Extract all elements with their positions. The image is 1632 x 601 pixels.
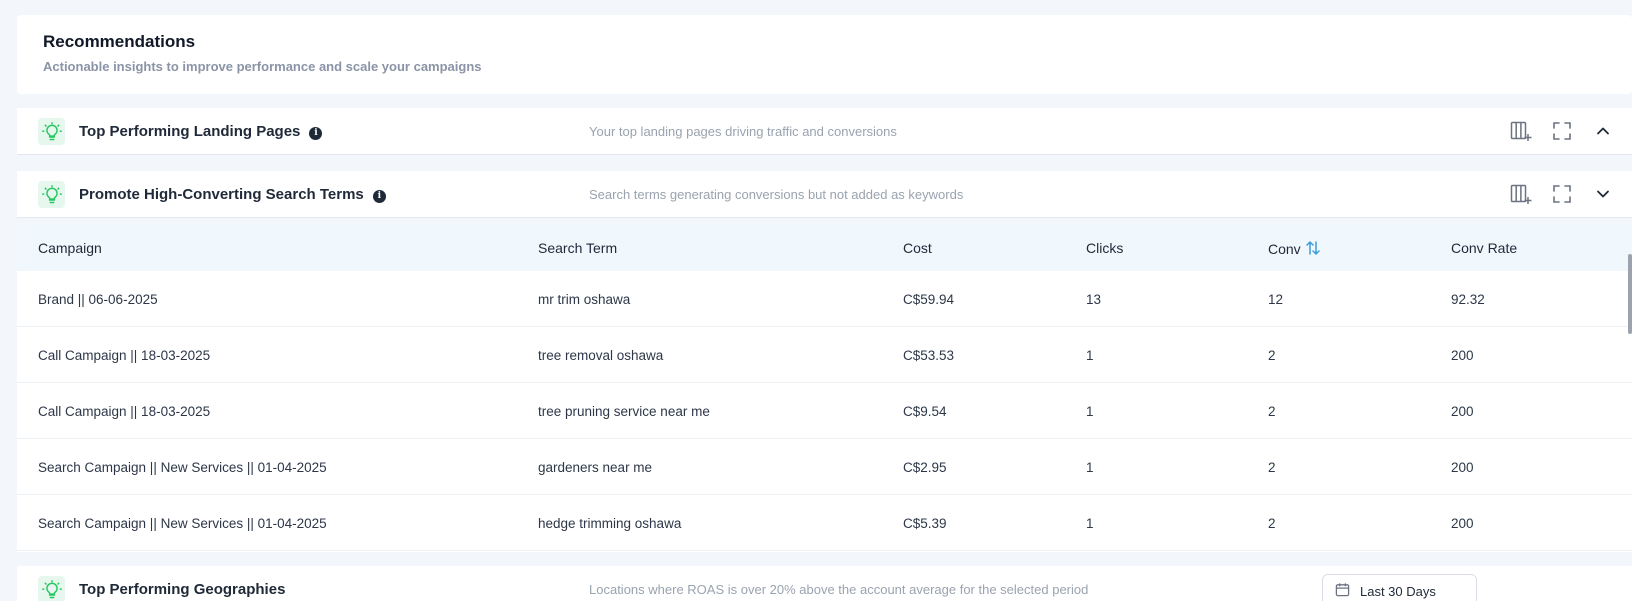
table-row[interactable]: Search Campaign || New Services || 01-04… (17, 495, 1632, 551)
cell-conv: 2 (1268, 516, 1276, 531)
cell-conv: 2 (1268, 348, 1276, 363)
cell-conv: 2 (1268, 460, 1276, 475)
cell-clicks: 1 (1086, 460, 1094, 475)
section-title: Top Performing Geographies (79, 581, 286, 598)
section-description: Search terms generating conversions but … (589, 187, 964, 202)
cell-cost: C$53.53 (903, 348, 955, 363)
search-terms-table: Campaign Search Term Cost Clicks Conv Co… (17, 224, 1632, 552)
table-header: Campaign Search Term Cost Clicks Conv Co… (17, 224, 1632, 271)
chevron-down-icon[interactable] (1592, 183, 1614, 205)
chevron-up-icon[interactable] (1592, 120, 1614, 142)
date-range-label: Last 30 Days (1360, 583, 1436, 599)
cell-campaign: Call Campaign || 18-03-2025 (38, 348, 211, 363)
info-icon[interactable]: i (372, 189, 386, 203)
columns-add-icon[interactable] (1510, 183, 1532, 205)
cell-conv-rate: 200 (1451, 516, 1474, 531)
column-header-conv-rate[interactable]: Conv Rate (1451, 240, 1517, 256)
recommendations-header: Recommendations Actionable insights to i… (17, 15, 1632, 94)
column-header-search-term[interactable]: Search Term (538, 240, 617, 256)
table-row[interactable]: Brand || 06-06-2025 mr trim oshawa C$59.94… (17, 271, 1632, 327)
cell-clicks: 1 (1086, 404, 1094, 419)
cell-campaign: Search Campaign || New Services || 01-04… (38, 460, 327, 475)
section-tools (1510, 120, 1614, 142)
table-row[interactable]: Call Campaign || 18-03-2025 tree pruning … (17, 383, 1632, 439)
lightbulb-icon (38, 118, 65, 145)
cell-clicks: 1 (1086, 516, 1094, 531)
section-tools (1510, 183, 1614, 205)
lightbulb-icon (38, 576, 65, 601)
cell-conv-rate: 92.32 (1451, 292, 1485, 307)
section-landing-pages[interactable]: Top Performing Landing Pages i Your top l… (17, 108, 1632, 155)
cell-cost: C$5.39 (903, 516, 947, 531)
cell-search-term: hedge trimming oshawa (538, 516, 682, 531)
sort-icon[interactable] (1305, 240, 1321, 259)
page-title: Recommendations (43, 32, 196, 51)
cell-campaign: Search Campaign || New Services || 01-04… (38, 516, 327, 531)
cell-conv: 12 (1268, 292, 1284, 307)
cell-search-term: gardeners near me (538, 460, 653, 475)
cell-cost: C$59.94 (903, 292, 955, 307)
calendar-icon (1335, 582, 1350, 600)
section-search-terms[interactable]: Promote High-Converting Search Terms i Se… (17, 171, 1632, 218)
cell-campaign: Call Campaign || 18-03-2025 (38, 404, 211, 419)
recommendations-page: Recommendations Actionable insights to i… (0, 0, 1632, 601)
page-subtitle: Actionable insights to improve performan… (43, 59, 482, 74)
table-row[interactable]: Search Campaign || New Services || 01-04… (17, 439, 1632, 495)
column-header-cost[interactable]: Cost (903, 240, 932, 256)
section-description: Your top landing pages driving traffic a… (589, 124, 897, 139)
fullscreen-icon[interactable] (1551, 183, 1573, 205)
cell-campaign: Brand || 06-06-2025 (38, 292, 158, 307)
section-title: Top Performing Landing Pages i (79, 123, 323, 140)
cell-search-term: mr trim oshawa (538, 292, 631, 307)
cell-search-term: tree removal oshawa (538, 348, 664, 363)
table-row[interactable]: Call Campaign || 18-03-2025 tree removal … (17, 327, 1632, 383)
fullscreen-icon[interactable] (1551, 120, 1573, 142)
cell-conv-rate: 200 (1451, 404, 1474, 419)
cell-search-term: tree pruning service near me (538, 404, 710, 419)
cell-clicks: 13 (1086, 292, 1102, 307)
cell-conv: 2 (1268, 404, 1276, 419)
cell-conv-rate: 200 (1451, 460, 1474, 475)
table-scrollbar[interactable] (1628, 254, 1632, 334)
info-icon[interactable]: i (309, 126, 323, 140)
column-header-conv[interactable]: Conv (1268, 240, 1321, 259)
column-header-clicks[interactable]: Clicks (1086, 240, 1123, 256)
date-range-select[interactable]: Last 30 Days (1322, 574, 1477, 601)
cell-conv-rate: 200 (1451, 348, 1474, 363)
cell-cost: C$2.95 (903, 460, 947, 475)
cell-clicks: 1 (1086, 348, 1094, 363)
section-title: Promote High-Converting Search Terms i (79, 186, 386, 203)
columns-add-icon[interactable] (1510, 120, 1532, 142)
cell-cost: C$9.54 (903, 404, 947, 419)
section-description: Locations where ROAS is over 20% above t… (589, 582, 1089, 597)
lightbulb-icon (38, 181, 65, 208)
section-geographies[interactable]: Top Performing Geographies Locations whe… (17, 566, 1632, 601)
column-header-campaign[interactable]: Campaign (38, 240, 102, 256)
